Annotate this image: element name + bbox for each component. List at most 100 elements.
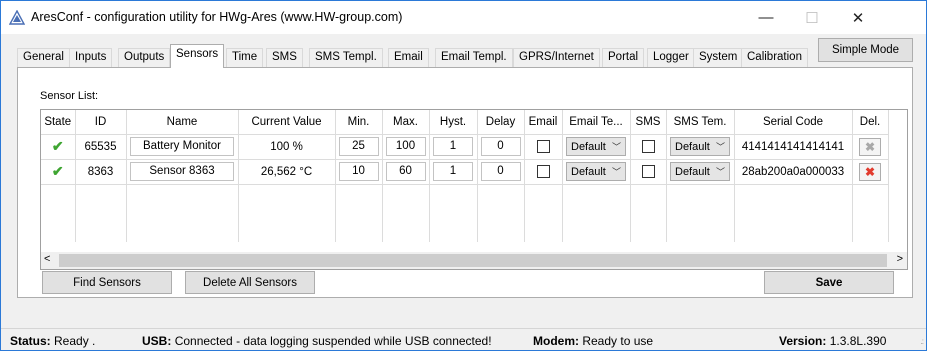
hyst-field[interactable]: 1 (433, 137, 473, 156)
name-field[interactable]: Battery Monitor (130, 137, 234, 156)
delete-icon: ✖ (864, 139, 876, 154)
state-ok-icon: ✔ (51, 138, 64, 154)
chevron-down-icon: ﹀ (611, 142, 621, 152)
modem-section: Modem: Ready to use (533, 334, 653, 348)
close-button[interactable]: ✕ (835, 1, 881, 34)
min-field[interactable]: 10 (338, 162, 379, 181)
sms-checkbox[interactable] (641, 165, 655, 178)
delete-sensor-button[interactable]: ✖ (859, 162, 881, 181)
email-checkbox[interactable] (536, 165, 550, 178)
sms-template-select[interactable]: Default ﹀ (670, 137, 730, 156)
delete-all-label: Delete All Sensors (203, 276, 297, 289)
tab-portal[interactable]: Portal (602, 48, 645, 67)
tab-sms[interactable]: SMS (266, 48, 303, 67)
cell-id: 8363 (75, 159, 127, 185)
col-delay[interactable]: Delay (477, 110, 525, 135)
tab-email[interactable]: Email (388, 48, 429, 67)
col-serial-code[interactable]: Serial Code (734, 110, 853, 135)
chevron-down-icon: ﹀ (715, 142, 725, 152)
email-template-select[interactable]: Default ﹀ (566, 137, 626, 156)
tab-calibration[interactable]: Calibration (741, 48, 808, 67)
col-sms-template[interactable]: SMS Tem. (666, 110, 735, 135)
version-section: Version: 1.3.8L.390 (779, 334, 886, 348)
sensor-grid: State ID Name Current Value Min. Max. Hy… (40, 109, 908, 270)
save-label: Save (815, 276, 843, 289)
delete-all-sensors-button[interactable]: Delete All Sensors (185, 271, 315, 294)
minimize-button[interactable]: — (743, 1, 789, 34)
col-current-value[interactable]: Current Value (238, 110, 336, 135)
save-button[interactable]: Save (764, 271, 894, 294)
status-value: Ready . (54, 334, 96, 348)
delete-icon: ✖ (864, 164, 876, 179)
col-email-template[interactable]: Email Te... (562, 110, 631, 135)
chevron-down-icon: ﹀ (611, 167, 621, 177)
tab-general[interactable]: General (17, 48, 70, 67)
tab-inputs[interactable]: Inputs (69, 48, 113, 67)
col-min[interactable]: Min. (335, 110, 383, 135)
sms-template-select[interactable]: Default ﹀ (670, 162, 730, 181)
cell-id: 65535 (75, 134, 127, 160)
modem-value: Ready to use (582, 334, 654, 348)
sms-checkbox[interactable] (641, 140, 655, 153)
tab-email-templ[interactable]: Email Templ. (435, 48, 513, 67)
tab-logger[interactable]: Logger (647, 48, 695, 67)
sensor-table: State ID Name Current Value Min. Max. Hy… (41, 110, 889, 242)
scroll-right-icon[interactable]: > (897, 253, 903, 265)
state-ok-icon: ✔ (51, 163, 64, 179)
col-hyst[interactable]: Hyst. (429, 110, 478, 135)
table-row: ✔ 8363 Sensor 8363 26,562 °C 10 60 1 0 D… (41, 159, 889, 185)
title-bar: AresConf - configuration utility for HWg… (1, 1, 926, 34)
cell-serial-code: 4141414141414141 (734, 134, 853, 160)
simple-mode-button[interactable]: Simple Mode (818, 38, 913, 62)
app-window: AresConf - configuration utility for HWg… (0, 0, 927, 351)
table-header-row: State ID Name Current Value Min. Max. Hy… (41, 110, 889, 135)
cell-current-value: 100 % (238, 134, 336, 160)
tab-system[interactable]: System (693, 48, 744, 67)
resize-grip-icon[interactable]: .: (921, 337, 925, 346)
email-template-value: Default (571, 140, 606, 153)
name-field[interactable]: Sensor 8363 (130, 162, 234, 181)
delete-sensor-button[interactable]: ✖ (859, 137, 881, 156)
scroll-thumb[interactable] (59, 254, 887, 267)
col-email[interactable]: Email (524, 110, 563, 135)
tab-gprs-internet[interactable]: GPRS/Internet (513, 48, 600, 67)
min-field[interactable]: 25 (338, 137, 379, 156)
delay-field[interactable]: 0 (480, 162, 521, 181)
usb-value: Connected - data logging suspended while… (174, 334, 492, 348)
scroll-left-icon[interactable]: < (44, 253, 50, 265)
status-bar: Status: Ready . USB: Connected - data lo… (1, 328, 926, 350)
maximize-button[interactable]: ☐ (789, 1, 835, 34)
find-sensors-button[interactable]: Find Sensors (42, 271, 172, 294)
status-section: Status: Ready . (10, 334, 95, 348)
cell-current-value: 26,562 °C (238, 159, 336, 185)
find-sensors-label: Find Sensors (73, 276, 141, 289)
tab-bar: General Inputs Outputs Sensors Time SMS … (17, 41, 911, 68)
usb-section: USB: Connected - data logging suspended … (142, 334, 492, 348)
modem-label: Modem: (533, 334, 579, 348)
sensors-panel: Sensor List: State ID Name Current Value… (17, 67, 913, 298)
horizontal-scrollbar[interactable]: < > (41, 252, 907, 269)
col-delete[interactable]: Del. (852, 110, 889, 135)
delay-field[interactable]: 0 (480, 137, 521, 156)
tab-outputs[interactable]: Outputs (118, 48, 171, 67)
window-title: AresConf - configuration utility for HWg… (31, 10, 403, 24)
col-sms[interactable]: SMS (630, 110, 667, 135)
table-row: ✔ 65535 Battery Monitor 100 % 25 100 1 0… (41, 134, 889, 160)
email-checkbox[interactable] (536, 140, 550, 153)
email-template-value: Default (571, 165, 606, 178)
tab-sms-templ[interactable]: SMS Templ. (309, 48, 383, 67)
tab-time[interactable]: Time (226, 48, 264, 67)
max-field[interactable]: 100 (385, 137, 426, 156)
email-template-select[interactable]: Default ﹀ (566, 162, 626, 181)
col-state[interactable]: State (41, 110, 76, 135)
col-max[interactable]: Max. (382, 110, 430, 135)
empty-row (41, 184, 889, 242)
tab-sensors[interactable]: Sensors (170, 44, 225, 68)
chevron-down-icon: ﹀ (715, 167, 725, 177)
sms-template-value: Default (675, 140, 710, 153)
col-name[interactable]: Name (126, 110, 239, 135)
hyst-field[interactable]: 1 (433, 162, 473, 181)
col-id[interactable]: ID (75, 110, 127, 135)
max-field[interactable]: 60 (385, 162, 426, 181)
usb-label: USB: (142, 334, 172, 348)
